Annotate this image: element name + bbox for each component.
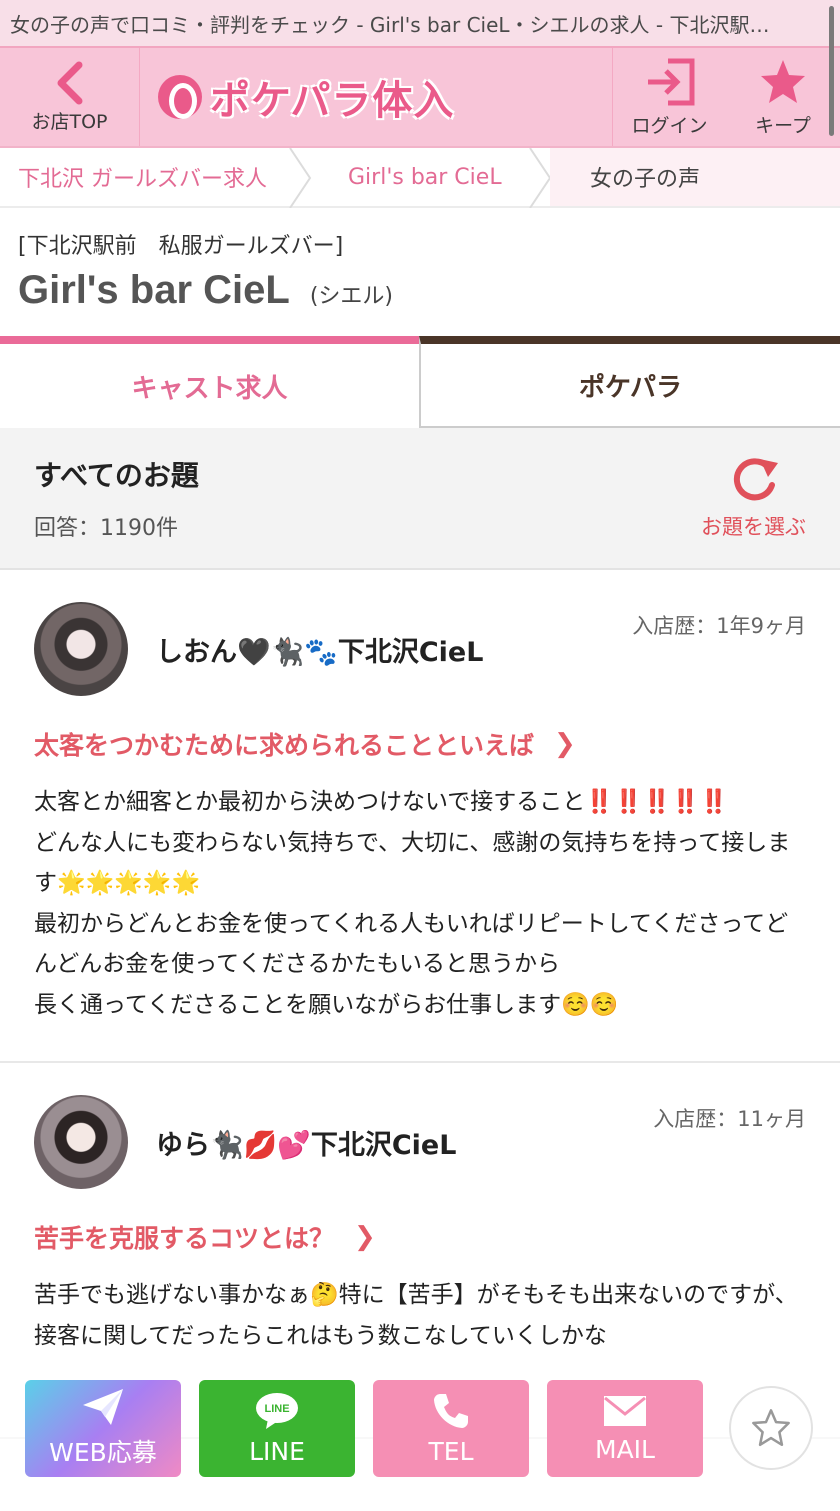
web-apply-button[interactable]: WEB応募 [25, 1379, 181, 1477]
question-text: 太客をつかむために求められることといえば [34, 731, 535, 760]
tab-cast-recruit[interactable]: キャスト求人 [0, 336, 419, 428]
question-text: 苦手を克服するコツとは？ [34, 1224, 335, 1253]
breadcrumb-item-area[interactable]: 下北沢 ガールズバー求人 [0, 148, 312, 208]
avatar[interactable] [34, 1095, 128, 1189]
tab-bar: キャスト求人 ポケパラ [0, 336, 840, 428]
breadcrumb-chevron-icon [289, 148, 312, 208]
tab-pokepara[interactable]: ポケパラ [419, 336, 840, 428]
breadcrumb-item-shop[interactable]: Girl's bar CieL [310, 148, 552, 208]
home-indicator-area [0, 1491, 840, 1511]
keep-label: キープ [755, 114, 811, 137]
scrollbar-thumb[interactable] [829, 6, 834, 136]
logo-mark-icon [158, 75, 202, 119]
breadcrumb-label: 女の子の声 [590, 167, 701, 192]
list-item: しおん🖤🐈‍⬛🐾下北沢CieL 入店歴：1年9ヶ月 太客をつかむために求められる… [0, 570, 840, 1063]
shop-top-label: お店TOP [31, 110, 108, 133]
mail-icon [604, 1395, 646, 1426]
logo-text: ポケパラ体入 [210, 78, 455, 124]
answer-count: 回答：1190件 [34, 516, 178, 541]
keep-button[interactable]: キープ [726, 48, 840, 146]
login-label: ログイン [631, 114, 708, 137]
chevron-right-icon: ❯ [554, 729, 576, 759]
shop-heading: [下北沢駅前 私服ガールズバー] Girl's bar CieL (シエル) [0, 208, 840, 336]
line-label: LINE [249, 1436, 305, 1466]
favorite-button[interactable] [729, 1386, 813, 1470]
phone-icon [434, 1393, 468, 1428]
mail-label: MAIL [595, 1434, 655, 1464]
poster-name: ゆら🐈‍⬛💋💕下北沢CieL [156, 1129, 457, 1161]
bottom-action-bar: WEB応募 LINE LINE TEL MAIL [0, 1378, 840, 1478]
login-icon [647, 58, 694, 105]
avatar[interactable] [34, 602, 128, 696]
breadcrumb: 下北沢 ガールズバー求人 Girl's bar CieL 女の子の声 [0, 148, 840, 208]
mail-button[interactable]: MAIL [547, 1379, 703, 1477]
theme-title: すべてのお題 [34, 459, 199, 492]
line-icon: LINE [256, 1392, 298, 1429]
refresh-icon [733, 458, 778, 501]
paper-plane-icon [83, 1389, 123, 1425]
app-header: お店TOP ポケパラ体入 ログイン キープ [0, 48, 840, 148]
answer-text: 太客とか細客とか最初から決めつけないで接すること‼️‼️‼️‼️‼️ どんな人に… [34, 789, 791, 1018]
login-button[interactable]: ログイン [612, 48, 726, 146]
web-apply-label: WEB応募 [49, 1438, 157, 1467]
chevron-left-icon [57, 61, 82, 104]
shop-kana: (シエル) [309, 284, 393, 309]
browser-title-bar: 女の子の声で口コミ・評判をチェック - Girl's bar CieL・シエルの… [0, 0, 840, 48]
question-link[interactable]: 苦手を克服するコツとは？ ❯ [34, 1219, 806, 1255]
choose-theme-label: お題を選ぶ [701, 515, 806, 539]
tenure: 入店歴：1年9ヶ月 [632, 614, 806, 638]
theme-bar: すべてのお題 回答：1190件 お題を選ぶ [0, 428, 840, 570]
poster-name: しおん🖤🐈‍⬛🐾下北沢CieL [156, 636, 484, 668]
shop-top-button[interactable]: お店TOP [0, 48, 140, 146]
site-logo[interactable]: ポケパラ体入 [140, 48, 612, 146]
choose-theme-button[interactable]: お題を選ぶ [701, 455, 806, 541]
tenure: 入店歴：11ヶ月 [653, 1107, 806, 1131]
star-icon [761, 59, 805, 103]
shop-name: Girl's bar CieL [18, 268, 290, 312]
shop-category: [下北沢駅前 私服ガールズバー] [18, 234, 344, 259]
browser-title: 女の子の声で口コミ・評判をチェック - Girl's bar CieL・シエルの… [10, 12, 770, 37]
breadcrumb-chevron-icon [529, 148, 552, 208]
breadcrumb-label: 下北沢 ガールズバー求人 [18, 167, 267, 192]
line-badge: LINE [264, 1403, 289, 1415]
breadcrumb-item-current: 女の子の声 [550, 148, 840, 206]
tel-label: TEL [428, 1436, 474, 1466]
breadcrumb-label: Girl's bar CieL [348, 164, 502, 190]
favorite-star-icon [752, 1409, 790, 1447]
line-button[interactable]: LINE LINE [199, 1379, 355, 1477]
tel-button[interactable]: TEL [373, 1379, 529, 1477]
chevron-right-icon: ❯ [354, 1222, 376, 1252]
question-link[interactable]: 太客をつかむために求められることといえば ❯ [34, 726, 806, 762]
